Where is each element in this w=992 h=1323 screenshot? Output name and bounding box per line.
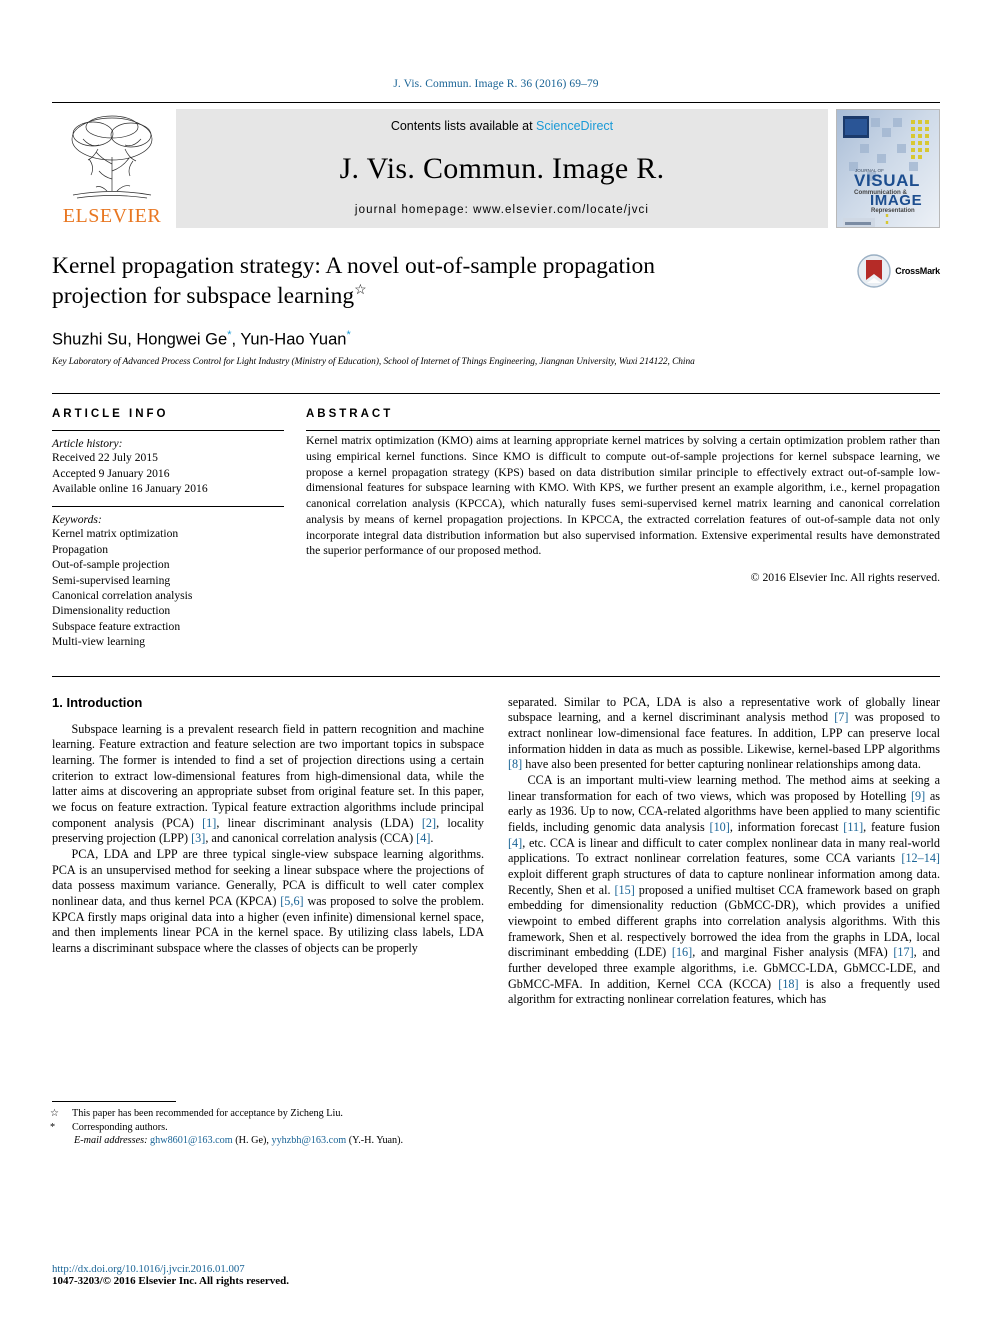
article-info-column: ARTICLE INFO Article history: Received 2…	[52, 408, 284, 649]
footnote-divider	[52, 1100, 176, 1102]
cover-artwork: JOURNAL OF VISUAL Communication & IMAGE …	[837, 110, 939, 227]
history-item: Received 22 July 2015	[52, 451, 158, 465]
body-right-column: separated. Similar to PCA, LDA is also a…	[508, 695, 940, 1146]
paragraph: Subspace learning is a prevalent researc…	[52, 721, 484, 846]
keywords-group: Keywords: Kernel matrix optimization Pro…	[52, 507, 284, 649]
keyword-item: Subspace feature extraction	[52, 619, 181, 633]
elsevier-logo: ELSEVIER	[52, 109, 172, 228]
article-history-label: Article history:	[52, 437, 123, 451]
citation-ref[interactable]: [5,6]	[280, 894, 303, 908]
citation-ref[interactable]: [17]	[893, 945, 913, 959]
keyword-item: Dimensionality reduction	[52, 604, 171, 618]
sciencedirect-link[interactable]: ScienceDirect	[536, 119, 613, 133]
issn-copyright: 1047-3203/© 2016 Elsevier Inc. All right…	[52, 1275, 289, 1287]
doi-link[interactable]: http://dx.doi.org/10.1016/j.jvcir.2016.0…	[52, 1263, 492, 1275]
svg-text:IMAGE: IMAGE	[870, 192, 922, 209]
email-owner-2: (Y.-H. Yuan).	[348, 1134, 404, 1146]
paper-page: J. Vis. Commun. Image R. 36 (2016) 69–79	[0, 0, 992, 1323]
title-line-2: projection for subspace learning	[52, 282, 355, 309]
abstract-text: Kernel matrix optimization (KMO) aims at…	[306, 434, 940, 558]
article-history-group: Article history: Received 22 July 2015 A…	[52, 431, 284, 496]
abstract-heading: ABSTRACT	[306, 408, 394, 421]
citation-ref[interactable]: [11]	[843, 820, 863, 834]
author-names-head: Shuzhi Su, Hongwei Ge	[52, 330, 228, 349]
page-title: Kernel propagation strategy: A novel out…	[52, 252, 752, 312]
affiliation: Key Laboratory of Advanced Process Contr…	[52, 357, 695, 368]
footnote-recommendation-text: This paper has been recommended for acce…	[72, 1107, 343, 1119]
contents-prefix: Contents lists available at	[390, 119, 537, 133]
footnote-recommendation: ☆ This paper has been recommended for acc…	[50, 1107, 484, 1121]
citation-ref[interactable]: [7]	[834, 710, 848, 724]
abstract-column: ABSTRACT Kernel matrix optimization (KMO…	[306, 408, 940, 649]
author-list: Shuzhi Su, Hongwei Ge*, Yun-Hao Yuan*	[52, 329, 940, 350]
contents-available-line: Contents lists available at ScienceDirec…	[391, 119, 613, 133]
svg-text:Representation: Representation	[871, 208, 915, 214]
article-info-heading: ARTICLE INFO	[52, 408, 169, 421]
citation-ref[interactable]: [1]	[202, 816, 216, 830]
journal-masthead: ELSEVIER Contents lists available at Sci…	[52, 102, 940, 228]
citation-ref[interactable]: [8]	[508, 757, 522, 771]
email-link-2[interactable]: yyhzbh@163.com	[271, 1135, 346, 1146]
svg-text:VISUAL: VISUAL	[854, 171, 920, 190]
journal-homepage[interactable]: journal homepage: www.elsevier.com/locat…	[355, 204, 649, 216]
history-item: Available online 16 January 2016	[52, 482, 208, 495]
journal-title: J. Vis. Commun. Image R.	[339, 151, 665, 185]
author-marker-2[interactable]: *	[346, 329, 350, 341]
history-item: Accepted 9 January 2016	[52, 466, 170, 480]
keywords-label: Keywords:	[52, 513, 102, 527]
masthead-center: Contents lists available at ScienceDirec…	[176, 109, 828, 228]
elsevier-tree-icon	[71, 115, 153, 199]
footnote-star-icon: ☆	[50, 1107, 60, 1119]
citation-ref[interactable]: [4]	[416, 831, 430, 845]
title-footnote-marker: ☆	[354, 283, 367, 299]
footnote-corresponding: * Corresponding authors.	[50, 1121, 484, 1135]
email-label: E-mail addresses:	[74, 1134, 148, 1146]
keyword-item: Canonical correlation analysis	[52, 589, 193, 603]
keyword-item: Multi-view learning	[52, 635, 146, 649]
info-abstract-region: ARTICLE INFO Article history: Received 2…	[52, 393, 940, 649]
citation-ref[interactable]: [16]	[672, 945, 692, 959]
keyword-item: Kernel matrix optimization	[52, 527, 179, 541]
footnote-emails: E-mail addresses: ghw8601@163.com (H. Ge…	[52, 1135, 484, 1146]
running-head: J. Vis. Commun. Image R. 36 (2016) 69–79	[393, 78, 599, 90]
email-link-1[interactable]: ghw8601@163.com	[150, 1135, 233, 1146]
citation-ref[interactable]: [15]	[614, 883, 634, 897]
email-owner-1: (H. Ge),	[235, 1134, 269, 1146]
paragraph: separated. Similar to PCA, LDA is also a…	[508, 694, 940, 772]
page-footer: http://dx.doi.org/10.1016/j.jvcir.2016.0…	[52, 1263, 492, 1287]
title-line-1: Kernel propagation strategy: A novel out…	[52, 253, 656, 279]
footnote-corresponding-text: Corresponding authors.	[72, 1121, 168, 1133]
divider	[306, 430, 940, 432]
citation-ref[interactable]: [4]	[508, 836, 522, 850]
crossmark-icon	[857, 254, 891, 288]
keyword-item: Semi-supervised learning	[52, 573, 171, 587]
footnotes: ☆ This paper has been recommended for acc…	[50, 1100, 484, 1146]
abstract-copyright: © 2016 Elsevier Inc. All rights reserved…	[750, 571, 940, 585]
author-names-tail: , Yun-Hao Yuan	[231, 330, 347, 349]
journal-cover-thumbnail: JOURNAL OF VISUAL Communication & IMAGE …	[836, 109, 940, 228]
citation-ref[interactable]: [2]	[422, 816, 436, 830]
elsevier-wordmark: ELSEVIER	[62, 205, 162, 227]
keyword-item: Out-of-sample projection	[52, 558, 170, 572]
citation-ref[interactable]: [9]	[911, 789, 925, 803]
body-region: 1. Introduction Subspace learning is a p…	[50, 675, 940, 1146]
crossmark-badge[interactable]: CrossMark	[857, 254, 940, 288]
keyword-item: Propagation	[52, 542, 109, 556]
citation-ref[interactable]: [18]	[778, 977, 798, 991]
citation-ref[interactable]: [3]	[191, 831, 205, 845]
crossmark-label: CrossMark	[895, 266, 940, 276]
section-title-introduction: 1. Introduction	[52, 694, 143, 710]
footnote-asterisk-icon: *	[50, 1121, 56, 1133]
citation-ref[interactable]: [12–14]	[901, 851, 940, 865]
citation-ref[interactable]: [10]	[710, 820, 730, 834]
title-block: CrossMark Kernel propagation strategy: A…	[52, 252, 940, 367]
body-left-column: 1. Introduction Subspace learning is a p…	[50, 694, 485, 1146]
paragraph: CCA is an important multi-view learning …	[508, 773, 941, 1007]
paragraph: PCA, LDA and LPP are three typical singl…	[52, 847, 485, 956]
